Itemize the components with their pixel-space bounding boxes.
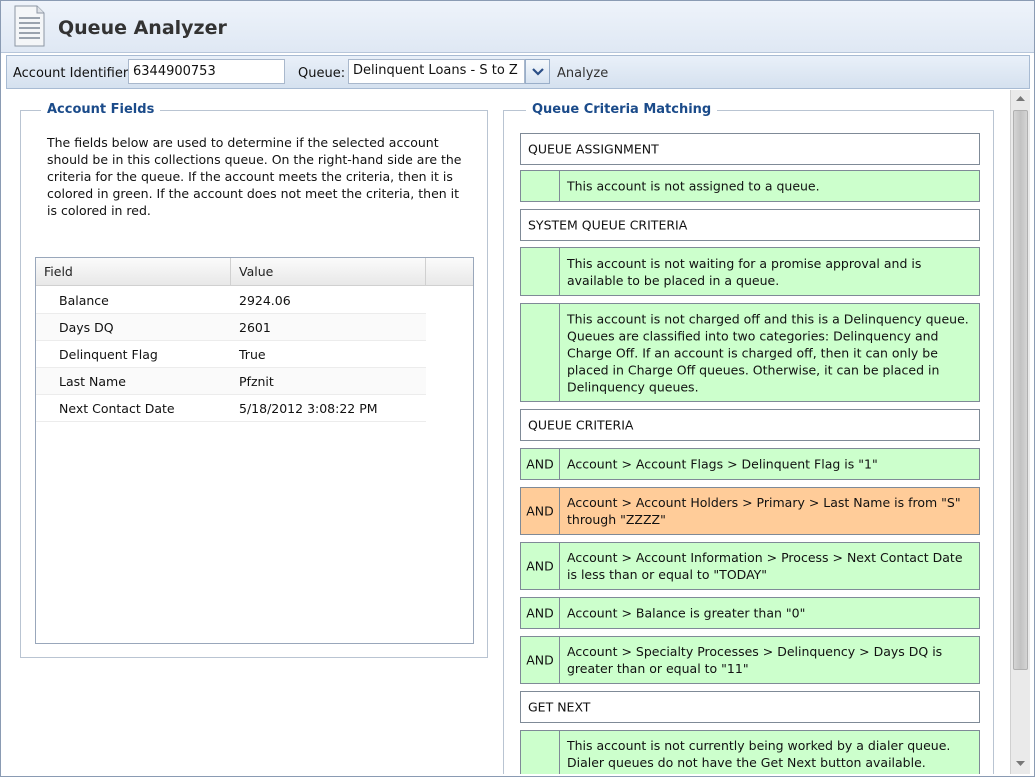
criteria-item: This account is not charged off and this… — [520, 303, 980, 402]
queue-label: Queue: — [298, 66, 346, 81]
table-row[interactable]: Next Contact Date 5/18/2012 3:08:22 PM — [36, 395, 426, 422]
criteria-header-text: GET NEXT — [528, 699, 591, 715]
analyze-button[interactable]: Analyze — [557, 66, 608, 81]
criteria-section-header: GET NEXT — [520, 691, 980, 723]
field-cell: Last Name — [59, 374, 126, 389]
criteria-item: AND Account > Balance is greater than "0… — [520, 597, 980, 629]
field-cell: Next Contact Date — [59, 401, 175, 416]
value-cell: 2601 — [239, 320, 271, 335]
arrow-down-icon — [1016, 761, 1025, 766]
criteria-header-text: QUEUE ASSIGNMENT — [528, 141, 659, 157]
document-icon — [14, 5, 45, 47]
criteria-operator — [521, 171, 560, 201]
criteria-operator — [521, 248, 560, 295]
criteria-text: Account > Account Holders > Primary > La… — [567, 495, 961, 527]
criteria-item: AND Account > Specialty Processes > Deli… — [520, 636, 980, 684]
criteria-section-header: QUEUE ASSIGNMENT — [520, 133, 980, 165]
value-cell: 2924.06 — [239, 293, 291, 308]
queue-analyzer-window: Queue Analyzer Account Identifier: Queue… — [0, 0, 1035, 777]
criteria-operator — [521, 731, 560, 774]
arrow-up-icon — [1016, 96, 1025, 101]
account-identifier-input[interactable] — [128, 59, 285, 84]
criteria-text: Account > Account Flags > Delinquent Fla… — [567, 456, 878, 472]
vertical-scrollbar[interactable] — [1010, 90, 1030, 774]
table-row[interactable]: Last Name Pfznit — [36, 368, 426, 395]
criteria-header-text: SYSTEM QUEUE CRITERIA — [528, 217, 688, 233]
content-area: Account Fields The fields below are used… — [6, 90, 1010, 774]
criteria-item: This account is not assigned to a queue. — [520, 170, 980, 202]
field-cell: Days DQ — [59, 320, 114, 335]
queue-select-value: Delinquent Loans - S to Z — [353, 63, 518, 78]
criteria-operator: AND — [521, 449, 560, 479]
title-bar: Queue Analyzer — [1, 1, 1034, 53]
queue-dropdown-button[interactable] — [525, 59, 550, 84]
field-cell: Delinquent Flag — [59, 347, 158, 362]
criteria-item: This account is not waiting for a promis… — [520, 247, 980, 296]
account-identifier-label: Account Identifier: — [13, 66, 133, 81]
value-cell: True — [239, 347, 266, 362]
criteria-text: Account > Balance is greater than "0" — [567, 605, 806, 621]
grid-column-field[interactable]: Field — [36, 258, 231, 286]
account-fields-grid: Field Value Balance 2924.06 Days DQ 2601… — [35, 257, 474, 644]
criteria-text: Account > Specialty Processes > Delinque… — [567, 644, 943, 676]
criteria-item-failed: AND Account > Account Holders > Primary … — [520, 487, 980, 535]
criteria-section-header: QUEUE CRITERIA — [520, 409, 980, 441]
chevron-down-icon — [532, 68, 544, 76]
table-row[interactable]: Balance 2924.06 — [36, 287, 426, 314]
criteria-operator — [521, 304, 560, 401]
criteria-operator: AND — [521, 488, 560, 534]
criteria-text: Account > Account Information > Process … — [567, 550, 963, 582]
toolbar: Account Identifier: Queue: Delinquent Lo… — [6, 55, 1030, 89]
criteria-text: This account is not charged off and this… — [567, 311, 969, 394]
account-fields-panel: Account Fields The fields below are used… — [20, 102, 488, 658]
criteria-section-header: SYSTEM QUEUE CRITERIA — [520, 209, 980, 241]
table-row[interactable]: Days DQ 2601 — [36, 314, 426, 341]
criteria-header-text: QUEUE CRITERIA — [528, 417, 634, 433]
field-cell: Balance — [59, 293, 109, 308]
value-cell: 5/18/2012 3:08:22 PM — [239, 401, 378, 416]
criteria-item: AND Account > Account Information > Proc… — [520, 542, 980, 590]
criteria-text: This account is not waiting for a promis… — [567, 255, 922, 288]
criteria-item: AND Account > Account Flags > Delinquent… — [520, 448, 980, 480]
criteria-operator: AND — [521, 598, 560, 628]
scroll-up-button[interactable] — [1011, 90, 1030, 108]
criteria-item: This account is not currently being work… — [520, 730, 980, 774]
account-fields-description: The fields below are used to determine i… — [47, 135, 462, 218]
criteria-text: This account is not assigned to a queue. — [567, 178, 820, 194]
queue-criteria-legend: Queue Criteria Matching — [526, 102, 718, 117]
queue-select[interactable]: Delinquent Loans - S to Z — [348, 59, 525, 84]
criteria-operator: AND — [521, 637, 560, 683]
scrollbar-thumb[interactable] — [1013, 110, 1028, 670]
app-title: Queue Analyzer — [58, 17, 227, 39]
grid-column-value[interactable]: Value — [231, 258, 426, 286]
table-row[interactable]: Delinquent Flag True — [36, 341, 426, 368]
scroll-down-button[interactable] — [1011, 754, 1030, 772]
account-fields-legend: Account Fields — [41, 102, 161, 117]
value-cell: Pfznit — [239, 374, 274, 389]
criteria-operator: AND — [521, 543, 560, 589]
criteria-text: This account is not currently being work… — [567, 738, 951, 770]
grid-header: Field Value — [36, 258, 473, 286]
